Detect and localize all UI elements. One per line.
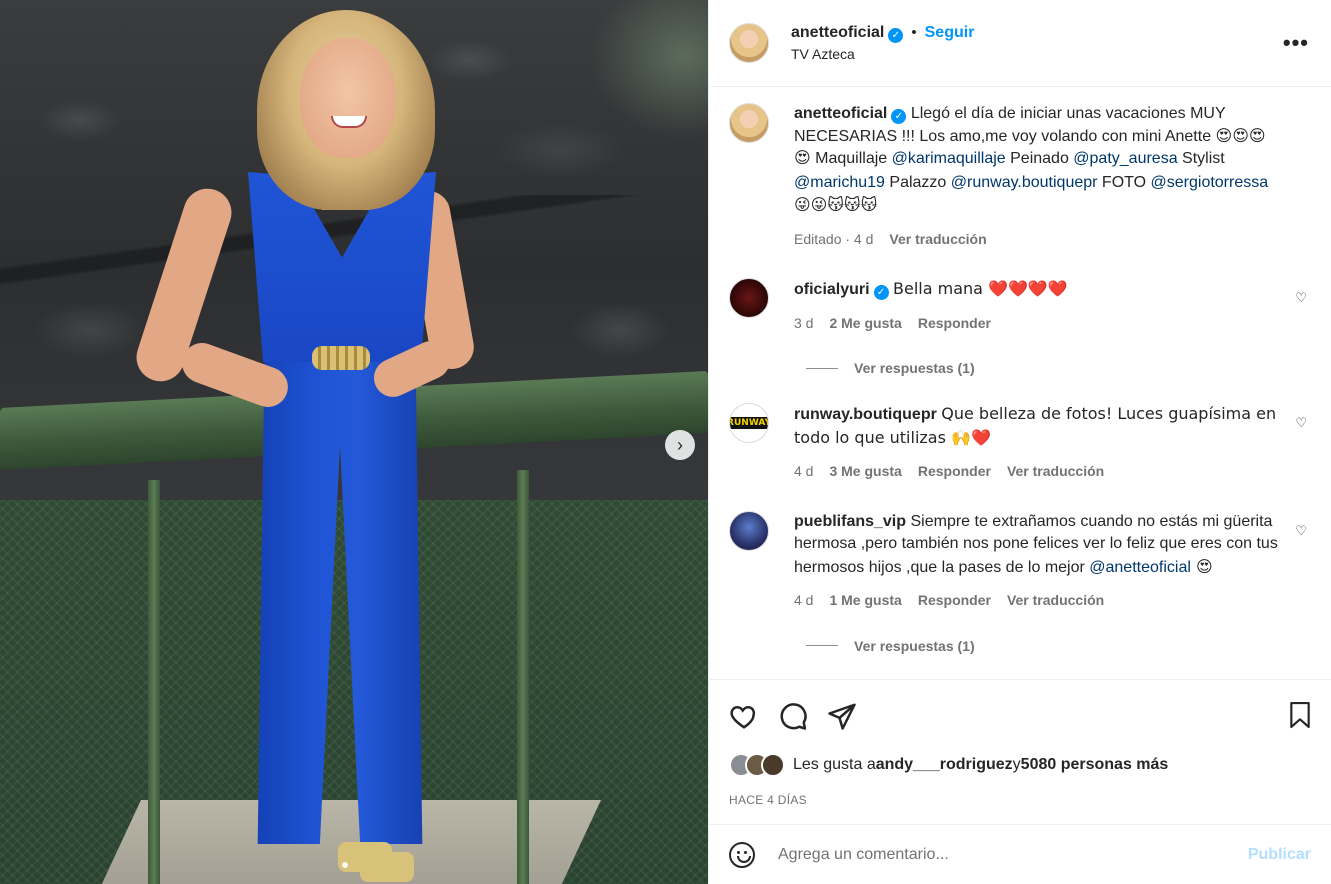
- verified-icon: ✓: [873, 285, 889, 300]
- mention-link[interactable]: @karimaquillaje: [892, 150, 1006, 167]
- comment-emoji: 😍: [1190, 556, 1213, 576]
- carousel-dot: [342, 862, 348, 868]
- avatar-logo-text: RUNWAY: [730, 417, 768, 429]
- likes-count[interactable]: 5080 personas más: [1021, 756, 1169, 774]
- avatar[interactable]: [729, 510, 769, 551]
- comment-time: 3 d: [794, 314, 814, 331]
- comment-input[interactable]: [778, 845, 1248, 864]
- comment: oficialyuri ✓ Bella mana ❤️❤️❤️❤️ 3 d 2 M…: [729, 278, 1311, 334]
- header-names: anetteoficial ✓ • Seguir TV Azteca: [791, 24, 974, 62]
- header-username[interactable]: anetteoficial: [791, 24, 884, 41]
- like-comment-icon[interactable]: ♡: [1295, 415, 1307, 431]
- more-options-icon[interactable]: •••: [1283, 30, 1309, 56]
- edited-time: Editado · 4 d: [794, 230, 874, 247]
- header-subtitle[interactable]: TV Azteca: [791, 46, 974, 62]
- view-replies-button[interactable]: Ver respuestas (1): [806, 360, 1311, 376]
- post-actions: Les gusta a andy___rodriguez y 5080 pers…: [709, 679, 1331, 884]
- follow-button[interactable]: Seguir: [925, 24, 975, 41]
- caption-body: anetteoficial ✓ Llegó el día de iniciar u…: [794, 103, 1311, 250]
- comment-meta: 4 d 3 Me gusta Responder Ver traducción: [794, 460, 1281, 483]
- avatar[interactable]: [729, 23, 769, 63]
- comment-username[interactable]: pueblifans_vip: [794, 513, 906, 530]
- comment-body: runway.boutiquepr Que belleza de fotos! …: [794, 403, 1311, 483]
- comment-likes[interactable]: 3 Me gusta: [829, 460, 901, 483]
- avatar[interactable]: [729, 278, 769, 318]
- bookmark-icon[interactable]: [1287, 700, 1313, 730]
- comment-time: 4 d: [794, 463, 814, 479]
- caption-emoji: 😜😜😽😽😽: [794, 195, 878, 214]
- post-header: anetteoficial ✓ • Seguir TV Azteca •••: [709, 0, 1331, 87]
- carousel-next-button[interactable]: ›: [665, 430, 695, 460]
- publish-button[interactable]: Publicar: [1248, 846, 1311, 864]
- mention-link[interactable]: @anetteoficial: [1089, 559, 1191, 576]
- comment: pueblifans_vip Siempre te extrañamos cua…: [729, 510, 1311, 612]
- face: [300, 38, 396, 158]
- comment-likes[interactable]: 1 Me gusta: [829, 589, 901, 612]
- comment-meta: 3 d 2 Me gusta Responder: [794, 312, 1281, 335]
- verified-icon: ✓: [891, 109, 907, 124]
- post-date: HACE 4 DÍAS: [729, 793, 807, 807]
- chevron-right-icon: ›: [677, 434, 683, 455]
- post-photo[interactable]: ›: [0, 0, 708, 884]
- avatar: [761, 753, 785, 777]
- post-viewer: › anetteoficial ✓ • Seguir TV Azteca ••• an…: [0, 0, 1331, 884]
- translate-link[interactable]: Ver traducción: [1007, 460, 1104, 483]
- caption-text: Stylist: [1177, 150, 1225, 167]
- caption-text: FOTO: [1097, 173, 1151, 191]
- translate-link[interactable]: Ver traducción: [889, 228, 986, 251]
- comment: RUNWAY runway.boutiquepr Que belleza de …: [729, 403, 1311, 483]
- like-comment-icon[interactable]: ♡: [1295, 290, 1307, 306]
- avatar[interactable]: RUNWAY: [729, 403, 769, 443]
- shoe: [360, 852, 414, 882]
- verified-icon: ✓: [888, 28, 904, 43]
- add-comment-bar: Publicar: [709, 824, 1331, 884]
- comment-text: Bella mana ❤️❤️❤️❤️: [893, 279, 1068, 298]
- view-replies-label: Ver respuestas (1): [854, 360, 975, 376]
- comment-username[interactable]: oficialyuri: [794, 281, 870, 298]
- likes-prefix: Les gusta a: [793, 756, 876, 773]
- view-replies-label: Ver respuestas (1): [854, 637, 975, 654]
- gold-belt: [312, 346, 370, 370]
- liker-username[interactable]: andy___rodriguez: [876, 756, 1013, 774]
- separator: •: [911, 24, 917, 41]
- likes-summary[interactable]: Les gusta a andy___rodriguez y 5080 pers…: [729, 753, 1311, 777]
- likes-middle: y: [1012, 756, 1021, 773]
- view-replies-button[interactable]: Ver respuestas (1): [806, 638, 1311, 654]
- post-sidebar: anetteoficial ✓ • Seguir TV Azteca ••• anet…: [708, 0, 1331, 884]
- comments-area[interactable]: anetteoficial ✓ Llegó el día de iniciar u…: [709, 87, 1331, 679]
- comment-time: 4 d: [794, 592, 814, 608]
- reply-button[interactable]: Responder: [918, 460, 991, 483]
- liker-avatars: [729, 753, 785, 777]
- reply-button[interactable]: Responder: [918, 312, 991, 335]
- woman-figure: [0, 0, 708, 884]
- caption: anetteoficial ✓ Llegó el día de iniciar u…: [729, 103, 1311, 250]
- like-comment-icon[interactable]: ♡: [1295, 523, 1307, 539]
- caption-text: Palazzo: [884, 173, 951, 191]
- translate-link[interactable]: Ver traducción: [1007, 589, 1104, 612]
- mention-link[interactable]: @sergiotorressa: [1151, 174, 1269, 191]
- comment-icon[interactable]: [778, 701, 808, 731]
- comment-body: pueblifans_vip Siempre te extrañamos cua…: [794, 511, 1311, 612]
- replies-line: [806, 645, 838, 646]
- replies-line: [806, 367, 838, 369]
- jumpsuit-pants: [257, 358, 423, 844]
- mention-link[interactable]: @runway.boutiquepr: [951, 174, 1098, 191]
- emoji-picker-icon[interactable]: [729, 841, 755, 868]
- caption-text: Peinado: [1005, 150, 1074, 167]
- avatar[interactable]: [729, 103, 769, 143]
- mention-link[interactable]: @marichu19: [794, 174, 885, 191]
- comment-meta: 4 d 1 Me gusta Responder Ver traducción: [794, 589, 1281, 612]
- action-icons: [729, 680, 1311, 746]
- share-icon[interactable]: [827, 701, 857, 731]
- heart-icon[interactable]: [729, 701, 759, 731]
- comment-username[interactable]: runway.boutiquepr: [794, 406, 937, 423]
- reply-button[interactable]: Responder: [918, 589, 991, 612]
- caption-meta: Editado · 4 d Ver traducción: [794, 228, 1281, 251]
- comment-likes[interactable]: 2 Me gusta: [829, 312, 901, 335]
- caption-username[interactable]: anetteoficial: [794, 105, 887, 122]
- comment-body: oficialyuri ✓ Bella mana ❤️❤️❤️❤️ 3 d 2 M…: [794, 278, 1311, 334]
- mention-link[interactable]: @paty_auresa: [1073, 150, 1177, 167]
